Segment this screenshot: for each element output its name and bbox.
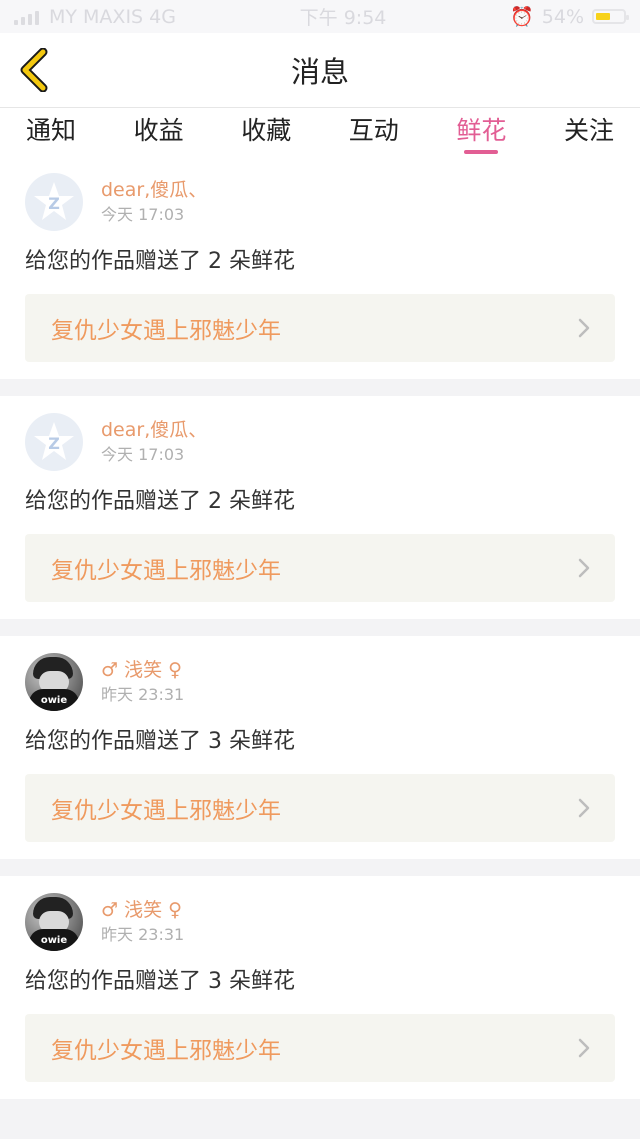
battery-percent: 54% — [541, 5, 584, 28]
tab-flowers[interactable]: 鲜花 — [456, 116, 506, 154]
work-link[interactable]: 复仇少女遇上邪魅少年 — [25, 534, 615, 602]
signal-icon — [14, 9, 39, 25]
username[interactable]: dear,傻瓜、 — [101, 178, 207, 202]
work-title: 复仇少女遇上邪魅少年 — [51, 1038, 281, 1064]
battery-icon — [592, 9, 629, 24]
user-meta: dear,傻瓜、 今天 17:03 — [101, 418, 207, 466]
user-meta: ♂ 浅笑 ♀ 昨天 23:31 — [101, 898, 184, 946]
message-card: Z dear,傻瓜、 今天 17:03 给您的作品赠送了 2 朵鲜花 复仇少女遇… — [0, 396, 640, 619]
svg-text:Z: Z — [48, 434, 60, 453]
message-card: owie ♂ 浅笑 ♀ 昨天 23:31 给您的作品赠送了 3 朵鲜花 复仇少女… — [0, 876, 640, 1099]
back-button[interactable] — [14, 47, 54, 93]
tab-interactions[interactable]: 互动 — [349, 116, 399, 146]
carrier-label: MY MAXIS 4G — [49, 5, 176, 28]
message-text: 给您的作品赠送了 3 朵鲜花 — [25, 969, 295, 994]
tab-favorites[interactable]: 收藏 — [241, 116, 291, 146]
tab-spacer — [0, 158, 640, 168]
work-title: 复仇少女遇上邪魅少年 — [51, 318, 281, 344]
timestamp: 今天 17:03 — [101, 205, 185, 224]
alarm-icon: ⏰ — [510, 6, 534, 28]
user-row: Z dear,傻瓜、 今天 17:03 — [25, 172, 615, 232]
status-bar: MY MAXIS 4G 下午 9:54 ⏰ 54% — [0, 0, 640, 33]
user-row: Z dear,傻瓜、 今天 17:03 — [25, 412, 615, 472]
message-text: 给您的作品赠送了 3 朵鲜花 — [25, 729, 295, 754]
tab-follows[interactable]: 关注 — [564, 116, 614, 146]
user-meta: dear,傻瓜、 今天 17:03 — [101, 178, 207, 226]
timestamp: 昨天 23:31 — [101, 685, 185, 704]
qq-default-avatar-icon: Z — [34, 422, 74, 460]
message-text: 给您的作品赠送了 2 朵鲜花 — [25, 489, 295, 514]
message-card: Z dear,傻瓜、 今天 17:03 给您的作品赠送了 2 朵鲜花 复仇少女遇… — [0, 168, 640, 379]
avatar[interactable]: owie — [25, 653, 83, 711]
avatar[interactable]: owie — [25, 893, 83, 951]
work-title: 复仇少女遇上邪魅少年 — [51, 558, 281, 584]
timestamp: 今天 17:03 — [101, 445, 185, 464]
work-link[interactable]: 复仇少女遇上邪魅少年 — [25, 1014, 615, 1082]
tab-bar: 通知 收益 收藏 互动 鲜花 关注 — [0, 108, 640, 158]
nav-header: 消息 — [0, 33, 640, 108]
chevron-left-icon — [20, 48, 48, 92]
avatar[interactable]: Z — [25, 173, 83, 231]
status-right: ⏰ 54% — [510, 5, 629, 28]
message-list: Z dear,傻瓜、 今天 17:03 给您的作品赠送了 2 朵鲜花 复仇少女遇… — [0, 168, 640, 1099]
chevron-right-icon — [577, 317, 591, 339]
avatar[interactable]: Z — [25, 413, 83, 471]
chevron-right-icon — [577, 557, 591, 579]
chevron-right-icon — [577, 797, 591, 819]
username[interactable]: dear,傻瓜、 — [101, 418, 207, 442]
message-text: 给您的作品赠送了 2 朵鲜花 — [25, 249, 295, 274]
username[interactable]: ♂ 浅笑 ♀ — [101, 898, 184, 922]
work-link[interactable]: 复仇少女遇上邪魅少年 — [25, 774, 615, 842]
tab-earnings[interactable]: 收益 — [134, 116, 184, 146]
page-title: 消息 — [290, 55, 349, 89]
timestamp: 昨天 23:31 — [101, 925, 185, 944]
chevron-right-icon — [577, 1037, 591, 1059]
work-link[interactable]: 复仇少女遇上邪魅少年 — [25, 294, 615, 362]
username[interactable]: ♂ 浅笑 ♀ — [101, 658, 184, 682]
user-row: owie ♂ 浅笑 ♀ 昨天 23:31 — [25, 892, 615, 952]
tab-notifications[interactable]: 通知 — [26, 116, 76, 146]
work-title: 复仇少女遇上邪魅少年 — [51, 798, 281, 824]
message-card: owie ♂ 浅笑 ♀ 昨天 23:31 给您的作品赠送了 3 朵鲜花 复仇少女… — [0, 636, 640, 859]
svg-text:Z: Z — [48, 194, 60, 213]
status-left: MY MAXIS 4G — [14, 6, 176, 28]
user-row: owie ♂ 浅笑 ♀ 昨天 23:31 — [25, 652, 615, 712]
qq-default-avatar-icon: Z — [34, 182, 74, 220]
user-meta: ♂ 浅笑 ♀ 昨天 23:31 — [101, 658, 184, 706]
status-time: 下午 9:54 — [299, 7, 387, 29]
